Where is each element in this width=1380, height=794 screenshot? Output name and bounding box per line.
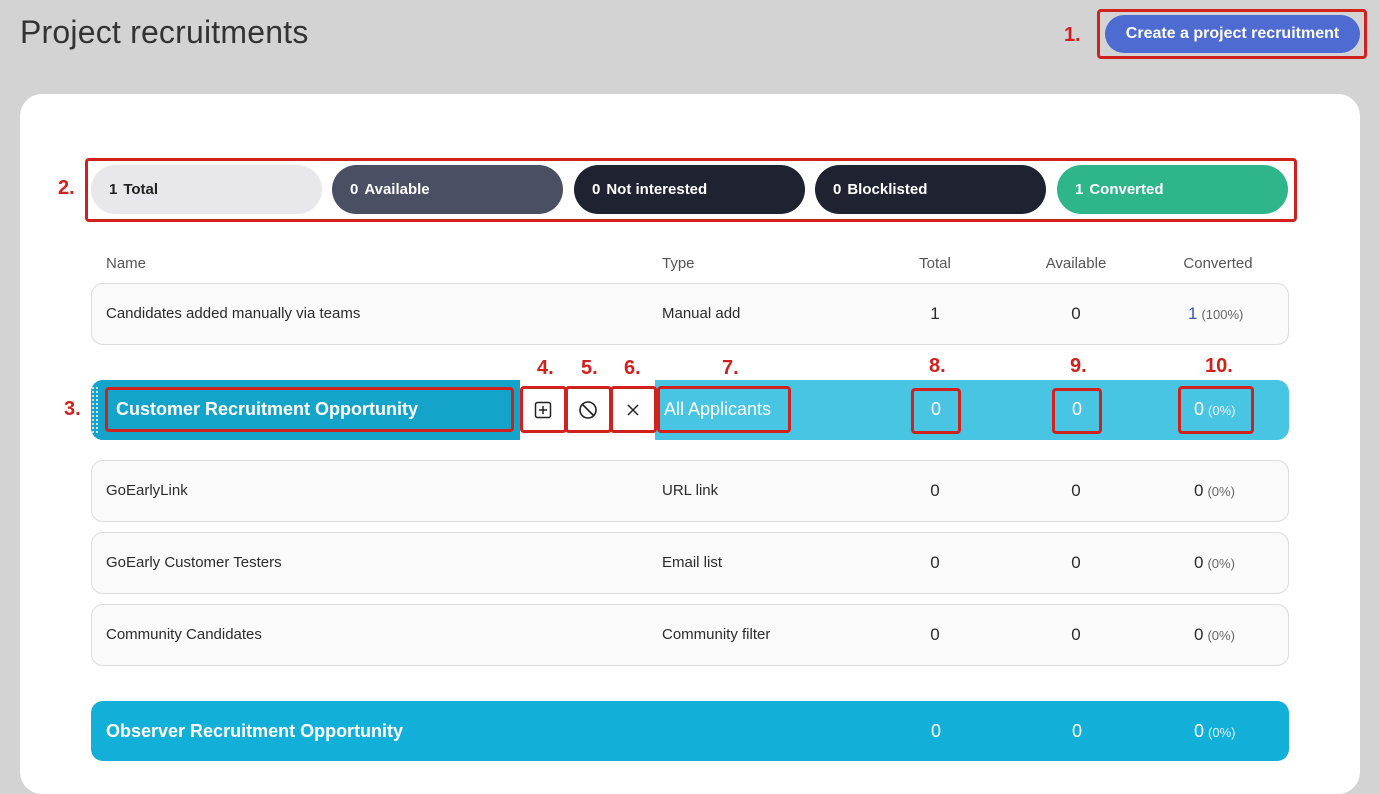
row-converted: 0 (0%) [1194, 553, 1235, 572]
observer-row-available: 0 [1071, 721, 1082, 741]
row-available: 0 [1071, 481, 1081, 500]
row-name: GoEarlyLink [106, 482, 188, 499]
annotation-6: 6. [624, 357, 641, 379]
page-title: Project recruitments [20, 14, 309, 50]
row-name: Candidates added manually via teams [106, 305, 361, 322]
remove-button[interactable] [613, 389, 653, 431]
row-total: 0 [930, 553, 940, 572]
row-available: 0 [1071, 304, 1081, 323]
observer-row-converted: 0 (0%) [1194, 721, 1236, 741]
annotation-1: 1. [1064, 24, 1081, 46]
annotation-10: 10. [1205, 355, 1233, 377]
summary-pill-converted[interactable]: 1 Converted [1057, 165, 1288, 214]
row-name: Community Candidates [106, 626, 262, 643]
row-converted: 1 (100%) [1188, 304, 1244, 323]
summary-pill-total[interactable]: 1 Total [91, 165, 322, 214]
annotation-8: 8. [929, 355, 946, 377]
column-header-available: Available [1045, 255, 1107, 272]
annotation-5: 5. [581, 357, 598, 379]
add-to-recruitment-button[interactable] [523, 389, 563, 431]
row-type: Email list [662, 554, 723, 571]
column-header-type: Type [662, 255, 695, 272]
highlighted-row-type: All Applicants [664, 399, 772, 419]
row-total: 0 [930, 625, 940, 644]
row-type: URL link [662, 482, 719, 499]
column-header-converted: Converted [1183, 255, 1253, 272]
observer-row-total: 0 [930, 721, 941, 741]
annotation-2: 2. [58, 177, 75, 199]
row-type: Community filter [662, 626, 771, 643]
annotation-3: 3. [64, 398, 81, 420]
close-icon [627, 404, 639, 416]
highlighted-row-available: 0 [1071, 399, 1082, 419]
block-icon [579, 401, 597, 419]
row-total: 0 [930, 481, 940, 500]
row-available: 0 [1071, 625, 1081, 644]
highlighted-row-total: 0 [930, 399, 941, 419]
create-project-recruitment-button[interactable]: Create a project recruitment [1105, 15, 1360, 53]
highlighted-row-converted: 0 (0%) [1194, 399, 1236, 419]
column-header-total: Total [919, 255, 951, 272]
summary-pill-not-interested[interactable]: 0 Not interested [574, 165, 805, 214]
summary-pill-available[interactable]: 0 Available [332, 165, 563, 214]
summary-pill-blocklisted[interactable]: 0 Blocklisted [815, 165, 1046, 214]
highlighted-row-name[interactable]: Customer Recruitment Opportunity [116, 399, 418, 420]
row-converted: 0 (0%) [1194, 625, 1235, 644]
row-available: 0 [1071, 553, 1081, 572]
annotation-9: 9. [1070, 355, 1087, 377]
column-header-name: Name [106, 255, 147, 272]
annotation-4: 4. [537, 357, 554, 379]
observer-row-name[interactable]: Observer Recruitment Opportunity [106, 721, 403, 742]
row-converted: 0 (0%) [1194, 481, 1235, 500]
row-name: GoEarly Customer Testers [106, 554, 282, 571]
block-button[interactable] [568, 389, 608, 431]
row-total: 1 [930, 304, 940, 323]
annotation-7: 7. [722, 357, 739, 379]
add-box-icon [534, 401, 552, 419]
drag-handle-icon[interactable] [91, 386, 99, 434]
row-type: Manual add [662, 305, 741, 322]
